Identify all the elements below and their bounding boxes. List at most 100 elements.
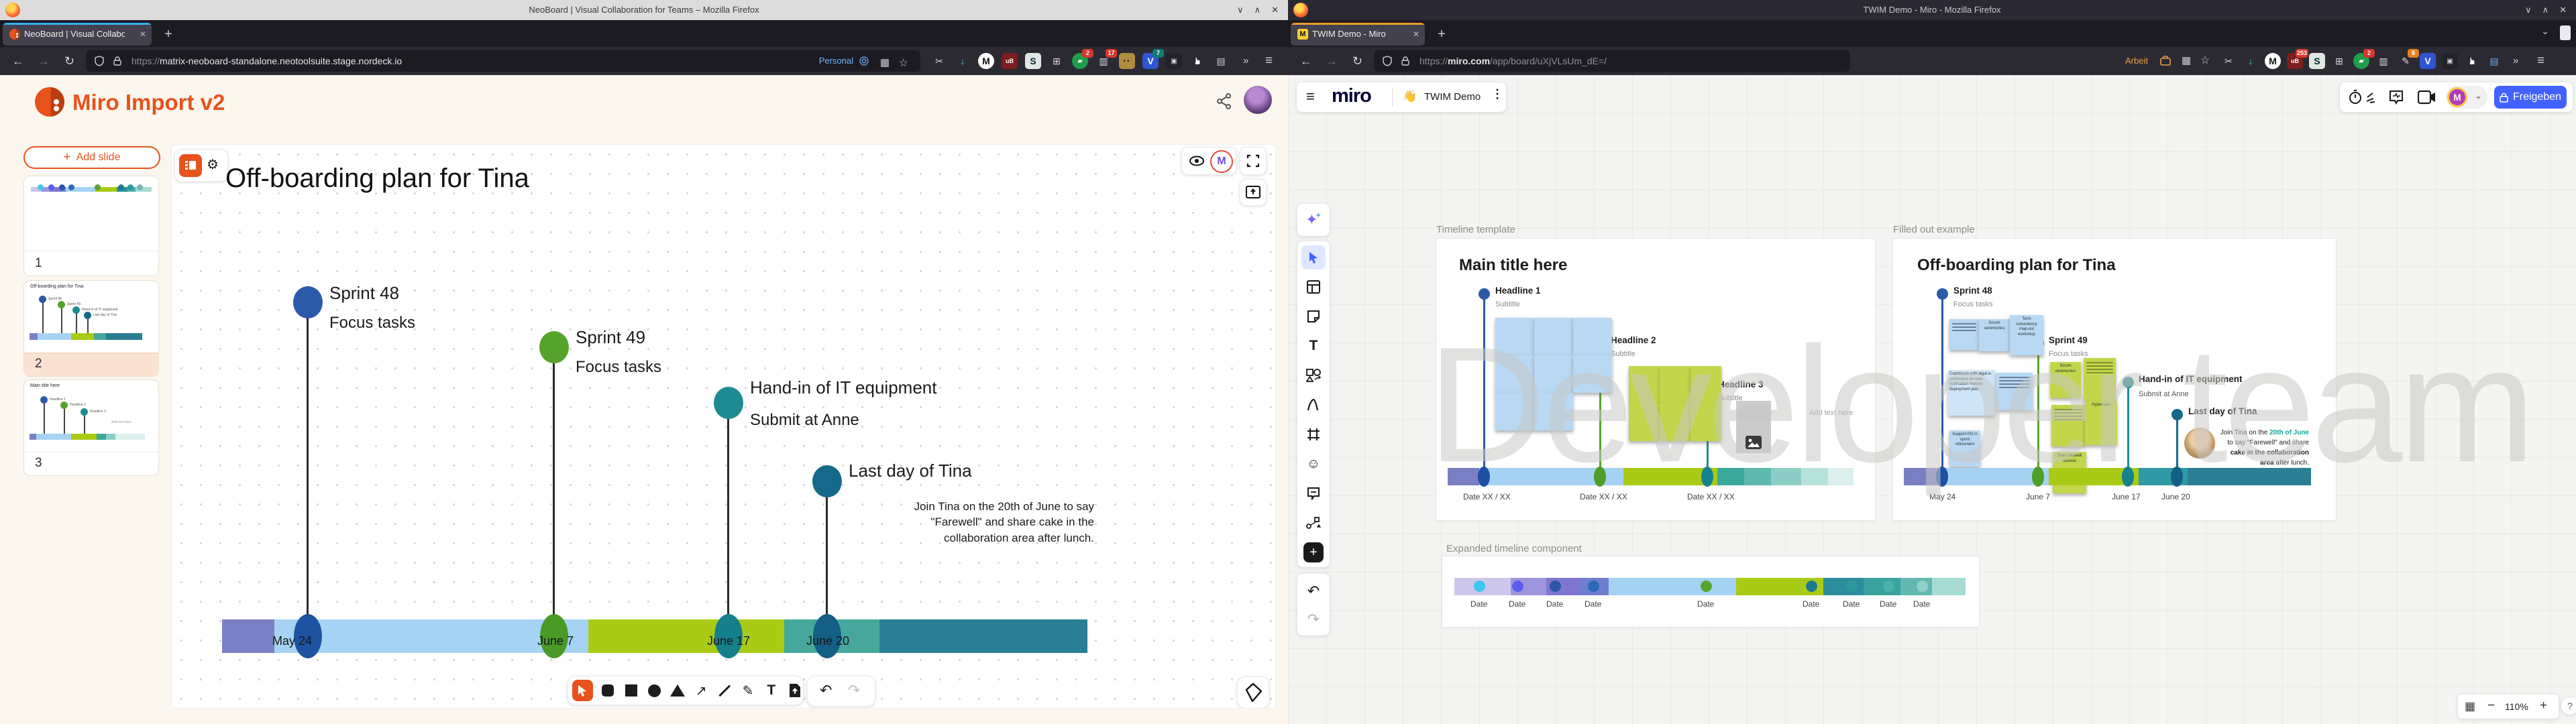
menu-icon[interactable]: ≡ — [1265, 47, 1273, 75]
m-extension-icon[interactable]: M — [978, 53, 994, 69]
subtitle[interactable]: Subtitle — [1495, 300, 1520, 308]
milestone-subtitle[interactable]: Focus tasks — [576, 358, 661, 377]
monkey-extension-icon[interactable]: •• — [1119, 53, 1135, 69]
sticky-note[interactable] — [1495, 355, 1534, 393]
date-label[interactable]: Date — [1509, 599, 1525, 609]
sticky-note[interactable] — [1495, 393, 1534, 430]
frame-title[interactable]: Main title here — [1459, 256, 1567, 275]
download-extension-icon[interactable]: ↓ — [955, 53, 971, 69]
date-label[interactable]: May 24 — [1929, 492, 1955, 501]
milestone-title[interactable]: Sprint 49 — [576, 327, 645, 348]
bookmark-star-icon[interactable]: ☆ — [899, 56, 908, 70]
image-placeholder[interactable] — [1736, 401, 1771, 453]
tab-miro[interactable]: M TWIM Demo - Miro ✕ — [1291, 23, 1425, 46]
minimize-icon[interactable]: ∨ — [2525, 5, 2532, 15]
milestone-dot-handin[interactable] — [714, 387, 743, 419]
updates-extension-icon[interactable]: ▰2 — [1072, 53, 1088, 69]
subtitle[interactable]: Focus tasks — [2049, 350, 2088, 358]
vault-extension-icon[interactable]: V7 — [1142, 53, 1159, 69]
line-tool[interactable] — [716, 682, 733, 699]
date-label[interactable]: Date XX / XX — [1580, 492, 1627, 501]
grid-plus-extension-icon[interactable]: ⊞ — [1049, 53, 1065, 69]
undo-icon[interactable]: ↶ — [1301, 579, 1326, 603]
permissions-icon[interactable]: ▦ — [880, 56, 890, 68]
overflow-chevrons-icon[interactable]: » — [1243, 47, 1248, 75]
milestone-dot[interactable] — [1479, 288, 1490, 300]
date-label[interactable]: Date — [1585, 599, 1601, 609]
milestone-dot[interactable] — [2171, 409, 2183, 420]
sticker-tool-icon[interactable]: ☺ — [1301, 452, 1326, 476]
sticky-note[interactable]: Coordinate with legal e-commerce on new … — [1948, 370, 1995, 416]
milestone-title[interactable]: Sprint 48 — [329, 283, 399, 304]
menu-icon[interactable]: ≡ — [2537, 47, 2544, 75]
zoom-level[interactable]: 110% — [2505, 701, 2528, 712]
timer-reactions-icon[interactable] — [2348, 89, 2376, 105]
new-tab-button[interactable]: + — [1432, 24, 1452, 44]
date-label[interactable]: Date — [1546, 599, 1563, 609]
date-label[interactable]: June 17 — [2112, 492, 2141, 501]
grid-plus-extension-icon[interactable]: ⊞ — [2331, 53, 2347, 69]
board-options-kebab-icon[interactable]: ⋮ — [1491, 87, 1503, 101]
select-tool-active[interactable] — [572, 680, 593, 701]
slide-thumbnail-3[interactable]: Main title here Headline 1 Headline 2 He… — [23, 379, 159, 476]
templates-tool-icon[interactable] — [1301, 275, 1326, 299]
headline[interactable]: Hand-in of IT equipment — [2139, 374, 2243, 384]
scissors-extension-icon[interactable]: ✂ — [931, 53, 947, 69]
milestone-note[interactable]: Join Tina on the 20th of June to say "Fa… — [913, 499, 1094, 546]
sidebar-toggle-icon[interactable] — [2560, 25, 2571, 40]
sticky-note[interactable]: Term consistency map-out workshop — [2010, 315, 2043, 355]
ublock-shield-icon[interactable]: uB — [1002, 53, 1018, 69]
milestone-subtitle[interactable]: Focus tasks — [329, 314, 415, 333]
milestone-dot-sprint49[interactable] — [539, 331, 569, 363]
sticky-note-lines[interactable] — [1996, 373, 2033, 410]
headline[interactable]: Sprint 48 — [1953, 286, 1992, 296]
zoom-in-icon[interactable]: + — [2540, 699, 2547, 713]
presence-avatar[interactable]: M — [1210, 150, 1233, 173]
milestone-title[interactable]: Hand-in of IT equipment — [750, 377, 936, 398]
shapes-tool-icon[interactable] — [1301, 363, 1326, 387]
back-icon[interactable]: ← — [1300, 47, 1312, 75]
person-photo[interactable] — [2184, 428, 2215, 459]
miro-logo[interactable]: miro — [1332, 85, 1371, 107]
tracking-shield-icon[interactable] — [94, 56, 105, 66]
comment-tool-icon[interactable] — [1301, 481, 1326, 505]
milestone-dot-lastday[interactable] — [812, 465, 842, 497]
new-tab-button[interactable]: + — [158, 24, 178, 44]
scissors-extension-icon[interactable]: ✂ — [2220, 53, 2237, 69]
headline[interactable]: Headline 3 — [1718, 379, 1764, 389]
url-bar[interactable]: https://matrix-neoboard-standalone.neoto… — [86, 50, 920, 72]
download-extension-icon[interactable]: ↓ — [2243, 53, 2259, 69]
user-avatar[interactable] — [1244, 86, 1272, 114]
sticky-note[interactable]: Scrum ceremonies — [2050, 362, 2081, 398]
more-tools-button[interactable]: + — [1303, 542, 1324, 562]
frame-label[interactable]: Expanded timeline component — [1446, 543, 1582, 554]
minimize-icon[interactable]: ∨ — [1237, 5, 1244, 15]
milestone-dot-sprint48[interactable] — [293, 286, 323, 318]
maximize-icon[interactable]: ∧ — [1254, 5, 1261, 15]
date-label[interactable]: June 20 — [2161, 492, 2190, 501]
s-extension-icon[interactable]: S — [1025, 53, 1041, 69]
slide-thumbnail-2-selected[interactable]: Off-boarding plan for Tina Sprint 48 Spr… — [23, 280, 159, 377]
headline[interactable]: Headline 2 — [1611, 335, 1656, 345]
date-label[interactable]: Date — [1470, 599, 1487, 609]
sticky-note[interactable] — [1660, 366, 1690, 404]
brush-extension-icon[interactable]: ✎8 — [2398, 53, 2414, 69]
forward-icon[interactable]: → — [1326, 47, 1338, 75]
dark-extension-icon[interactable]: ▣ — [2442, 53, 2458, 69]
eye-icon[interactable] — [1189, 154, 1205, 168]
date-label[interactable]: Date XX / XX — [1463, 492, 1511, 501]
redo-icon[interactable]: ↷ — [1301, 607, 1326, 631]
subtitle[interactable]: Focus tasks — [1953, 300, 1993, 308]
reload-icon[interactable]: ↻ — [64, 47, 74, 75]
close-icon[interactable]: ✕ — [2559, 5, 2567, 15]
frame-title[interactable]: Off-boarding plan for Tina — [1917, 256, 2116, 275]
add-text-placeholder[interactable]: Add text here — [1809, 409, 1853, 417]
sticky-note[interactable] — [1629, 366, 1660, 404]
library-extension-icon[interactable]: ▥17 — [1095, 53, 1112, 69]
timeline-bar[interactable] — [1904, 468, 2311, 485]
frames-panel-icon[interactable]: ▦ — [2465, 700, 2475, 713]
milestone-dot[interactable] — [2123, 377, 2134, 388]
vault-extension-icon[interactable]: V — [2420, 53, 2436, 69]
url-bar[interactable]: https://miro.com/app/board/uXjVLsUm_dE=/ — [1374, 50, 1850, 72]
date-label[interactable]: Date — [1913, 599, 1930, 609]
